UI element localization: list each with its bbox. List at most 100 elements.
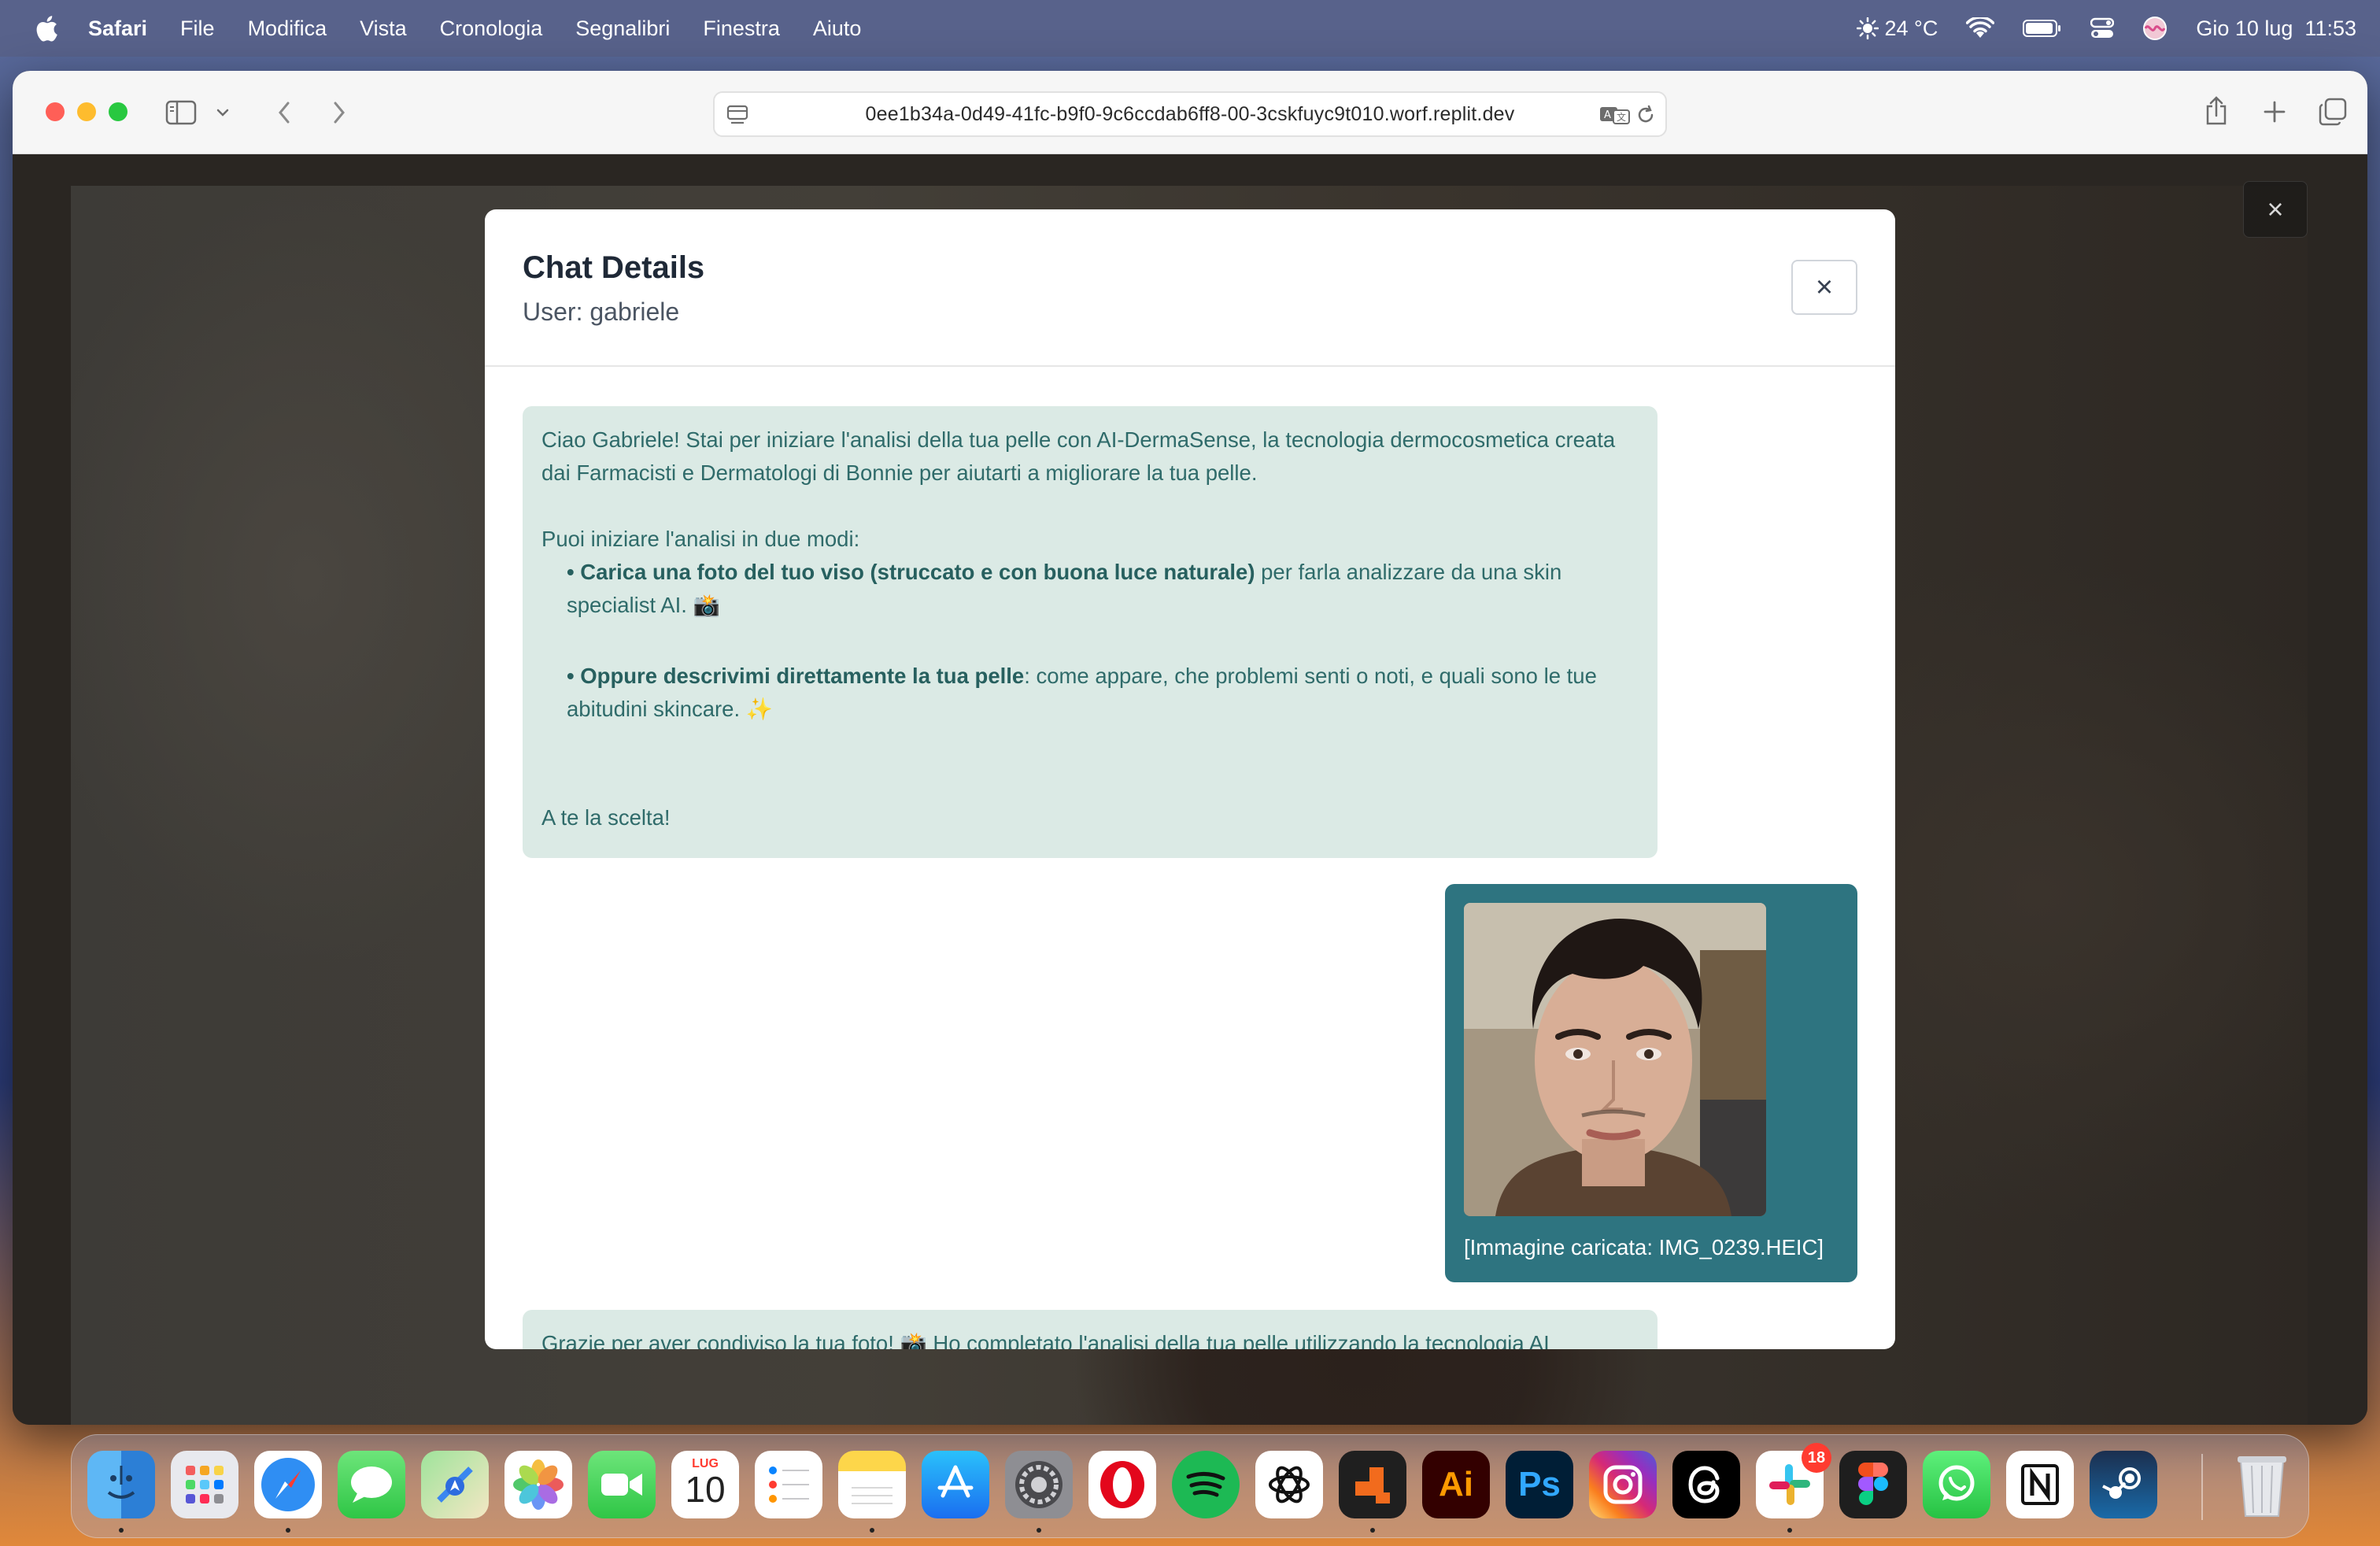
new-tab-icon[interactable] [2262, 99, 2287, 124]
dock-photos[interactable] [504, 1451, 572, 1518]
dock-reminders[interactable] [755, 1451, 822, 1518]
web-page: × Chat Details User: gabriele × Ciao Gab… [13, 154, 2367, 1425]
dock-notes[interactable] [838, 1451, 906, 1533]
weather-widget[interactable]: 24 °C [1856, 16, 1938, 41]
svg-text:文: 文 [1617, 111, 1626, 123]
app-store-icon [937, 1465, 974, 1498]
photos-icon [513, 1459, 564, 1510]
url-text: 0ee1b34a-0d49-41fc-b9f0-9c6ccdab6ff8-00-… [865, 102, 1515, 125]
dock-trash[interactable] [2228, 1451, 2296, 1518]
dock-system-settings[interactable] [1005, 1451, 1073, 1533]
dock-maps[interactable] [421, 1451, 489, 1518]
bot-message: Ciao Gabriele! Stai per iniziare l'anali… [523, 406, 1658, 858]
menubar-clock[interactable]: Gio 10 lug 11:53 [2196, 17, 2356, 41]
window-close-button[interactable] [46, 102, 65, 121]
dock-separator [2201, 1454, 2203, 1520]
modal-header: Chat Details User: gabriele × [485, 209, 1895, 367]
dock-facetime[interactable] [588, 1451, 656, 1518]
dock-calendar[interactable]: LUG 10 [671, 1451, 739, 1518]
dock-app-orange[interactable] [1339, 1451, 1406, 1533]
dock-illustrator[interactable]: Ai [1422, 1451, 1490, 1518]
notification-badge: 18 [1802, 1443, 1831, 1473]
back-icon[interactable] [272, 99, 296, 126]
forward-icon[interactable] [327, 99, 351, 126]
dock-launchpad[interactable] [171, 1451, 238, 1518]
dock-app-store[interactable] [922, 1451, 989, 1518]
running-indicator [119, 1528, 124, 1533]
battery-icon[interactable] [2023, 19, 2062, 38]
bot-message-analysis: Grazie per aver condiviso la tua foto! 📸… [541, 1331, 1550, 1349]
threads-icon [1688, 1466, 1720, 1503]
chevron-down-icon[interactable] [214, 105, 231, 120]
modal-subtitle: User: gabriele [523, 298, 680, 326]
window-zoom-button[interactable] [109, 102, 128, 121]
dock-whatsapp[interactable] [1923, 1451, 1990, 1518]
bot-message-intro: Ciao Gabriele! Stai per iniziare l'anali… [541, 427, 1616, 485]
reminders-icon [769, 1466, 809, 1503]
siri-icon[interactable] [2142, 16, 2168, 41]
dock-threads[interactable] [1672, 1451, 1740, 1518]
dock-photoshop[interactable]: Ps [1506, 1451, 1573, 1518]
safari-icon [261, 1458, 315, 1511]
dock-steam[interactable] [2090, 1451, 2157, 1518]
chat-details-modal: Chat Details User: gabriele × Ciao Gabri… [485, 209, 1895, 1349]
messages-icon [351, 1466, 392, 1503]
spotify-icon [1186, 1472, 1225, 1497]
address-bar[interactable]: 0ee1b34a-0d49-41fc-b9f0-9c6ccdab6ff8-00-… [713, 91, 1667, 137]
menu-finestra[interactable]: Finestra [703, 17, 780, 41]
weather-temperature: 24 °C [1884, 16, 1938, 40]
notion-icon [2021, 1464, 2059, 1505]
photoshop-icon: Ps [1518, 1465, 1561, 1503]
calendar-day: 10 [685, 1469, 726, 1510]
bot-message-option-2: • Oppure descrivimi direttamente la tua … [541, 660, 1639, 726]
control-center-icon[interactable] [2090, 17, 2115, 39]
uploaded-face-photo[interactable] [1464, 903, 1766, 1216]
dock-figma[interactable] [1839, 1451, 1907, 1518]
apple-icon[interactable] [31, 13, 61, 43]
bot-message-option-1: • Carica una foto del tuo viso (struccat… [541, 556, 1639, 622]
uploaded-image-caption: [Immagine caricata: IMG_0239.HEIC] [1464, 1235, 1824, 1259]
dock-messages[interactable] [338, 1451, 405, 1518]
translate-icon[interactable]: A文 [1599, 104, 1631, 126]
svg-text:A: A [1604, 109, 1611, 121]
menu-file[interactable]: File [180, 17, 215, 41]
modal-title: Chat Details [523, 250, 705, 285]
sun-icon [1856, 17, 1879, 39]
notes-icon [852, 1487, 893, 1504]
dock-spotify[interactable] [1172, 1451, 1240, 1518]
menu-segnalibri[interactable]: Segnalibri [575, 17, 670, 41]
launchpad-icon [186, 1466, 224, 1503]
menu-aiuto[interactable]: Aiuto [813, 17, 862, 41]
close-icon: × [1815, 271, 1834, 304]
illustrator-icon: Ai [1439, 1465, 1473, 1503]
opera-icon [1100, 1461, 1144, 1508]
reload-icon[interactable] [1634, 104, 1658, 126]
window-minimize-button[interactable] [77, 102, 96, 121]
menu-app-safari[interactable]: Safari [88, 17, 147, 41]
dock-safari[interactable] [254, 1451, 322, 1533]
menu-cronologia[interactable]: Cronologia [440, 17, 543, 41]
modal-close-button[interactable]: × [1791, 260, 1857, 315]
menu-vista[interactable]: Vista [360, 17, 407, 41]
sidebar-toggle-icon[interactable] [165, 99, 197, 126]
instagram-icon [1603, 1465, 1643, 1504]
running-indicator [286, 1528, 290, 1533]
tab-overview-icon[interactable] [2319, 98, 2347, 126]
dock-notion[interactable] [2006, 1451, 2074, 1518]
lightbox-close-button[interactable]: × [2243, 181, 2308, 238]
maps-icon [437, 1466, 473, 1503]
finder-icon [107, 1466, 135, 1499]
dock-chatgpt[interactable] [1255, 1451, 1323, 1518]
menu-modifica[interactable]: Modifica [248, 17, 327, 41]
dock-finder[interactable] [87, 1451, 155, 1533]
chat-messages[interactable]: Ciao Gabriele! Stai per iniziare l'anali… [485, 367, 1895, 1349]
trash-icon [2238, 1456, 2286, 1517]
option-2-bold: • Oppure descrivimi direttamente la tua … [567, 664, 1025, 688]
dock-instagram[interactable] [1589, 1451, 1657, 1518]
share-icon[interactable] [2204, 94, 2229, 128]
dock-opera[interactable] [1088, 1451, 1156, 1518]
option-1-bold: • Carica una foto del tuo viso (struccat… [567, 560, 1255, 584]
dock-slack[interactable]: 18 [1756, 1443, 1831, 1533]
wifi-icon[interactable] [1966, 17, 1995, 39]
running-indicator [1037, 1528, 1041, 1533]
